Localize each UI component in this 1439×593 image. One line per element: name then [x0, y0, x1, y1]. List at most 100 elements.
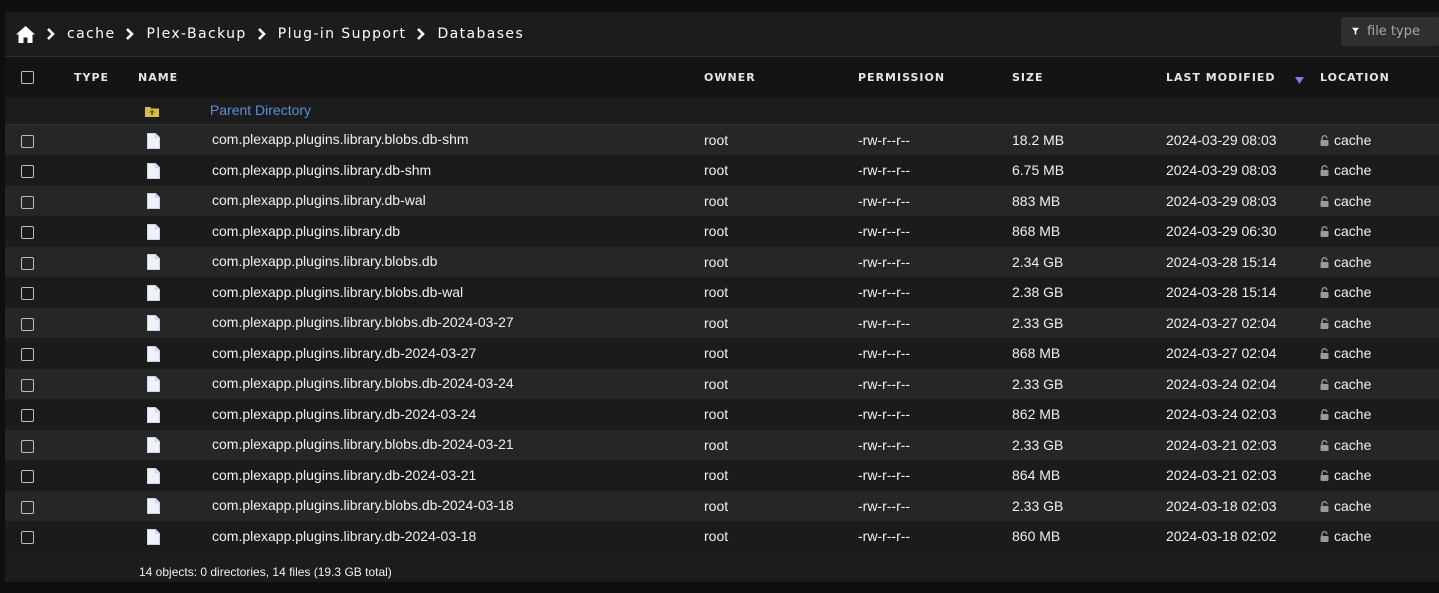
table-row[interactable]: com.plexapp.plugins.library.blobs.db-shm…	[5, 124, 1439, 155]
file-name[interactable]: com.plexapp.plugins.library.blobs.db-shm	[212, 131, 469, 147]
column-type[interactable]: TYPE	[74, 57, 138, 98]
row-checkbox[interactable]	[21, 226, 34, 240]
table-row[interactable]: com.plexapp.plugins.library.db-wal root -r…	[5, 185, 1439, 216]
file-name[interactable]: com.plexapp.plugins.library.db-2024-03-2…	[212, 406, 476, 422]
file-location[interactable]: cache	[1334, 162, 1371, 178]
row-checkbox[interactable]	[21, 439, 34, 453]
file-location[interactable]: cache	[1334, 498, 1371, 514]
file-type-filter[interactable]	[1341, 17, 1439, 46]
row-checkbox[interactable]	[21, 348, 34, 362]
file-owner: root	[704, 223, 729, 240]
table-row[interactable]: com.plexapp.plugins.library.blobs.db-wal…	[5, 277, 1439, 308]
file-owner: root	[704, 528, 729, 545]
file-location[interactable]: cache	[1334, 132, 1371, 148]
file-location[interactable]: cache	[1334, 437, 1371, 453]
row-checkbox[interactable]	[21, 134, 34, 148]
file-size: 2.33 GB	[1012, 375, 1064, 392]
table-row[interactable]: com.plexapp.plugins.library.db-2024-03-1…	[5, 521, 1439, 552]
table-row[interactable]: com.plexapp.plugins.library.db root -rw-r-…	[5, 216, 1439, 247]
row-checkbox[interactable]	[21, 317, 34, 331]
file-location[interactable]: cache	[1334, 345, 1371, 361]
table-row[interactable]: com.plexapp.plugins.library.blobs.db root…	[5, 246, 1439, 277]
table-row[interactable]: com.plexapp.plugins.library.db-2024-03-2…	[5, 399, 1439, 430]
file-permission: -rw-r--r--	[858, 284, 911, 301]
folder-up-icon	[145, 106, 159, 117]
file-size: 6.75 MB	[1012, 162, 1065, 179]
lock-icon	[1320, 317, 1329, 329]
file-name[interactable]: com.plexapp.plugins.library.blobs.db	[212, 253, 437, 269]
file-location[interactable]: cache	[1334, 376, 1371, 392]
breadcrumb-item[interactable]: Plug-in Support	[278, 26, 407, 42]
file-location[interactable]: cache	[1334, 467, 1371, 483]
table-row[interactable]: com.plexapp.plugins.library.blobs.db-202…	[5, 368, 1439, 399]
sort-desc-icon	[1295, 77, 1304, 84]
lock-icon	[1320, 531, 1329, 543]
lock-icon	[1320, 256, 1329, 268]
file-location[interactable]: cache	[1334, 528, 1371, 544]
column-last-modified[interactable]: LAST MODIFIED	[1166, 57, 1320, 98]
file-location[interactable]: cache	[1334, 315, 1371, 331]
file-name[interactable]: com.plexapp.plugins.library.blobs.db-202…	[212, 497, 514, 513]
file-name[interactable]: com.plexapp.plugins.library.db-wal	[212, 192, 426, 208]
row-checkbox[interactable]	[21, 287, 34, 301]
row-checkbox[interactable]	[21, 500, 34, 514]
table-row[interactable]: com.plexapp.plugins.library.blobs.db-202…	[5, 307, 1439, 339]
row-checkbox[interactable]	[21, 409, 34, 423]
table-header: TYPE NAME OWNER PERMISSION SIZE LAST MOD…	[5, 56, 1439, 98]
file-name[interactable]: com.plexapp.plugins.library.db-2024-03-2…	[212, 467, 476, 483]
chevron-right-icon	[47, 28, 55, 40]
file-size: 18.2 MB	[1012, 132, 1065, 148]
chevron-right-icon	[126, 28, 135, 40]
parent-directory-row[interactable]: Parent Directory	[5, 97, 1439, 125]
file-icon	[147, 467, 160, 484]
file-size: 860 MB	[1012, 528, 1061, 545]
row-checkbox[interactable]	[21, 256, 34, 270]
file-name[interactable]: com.plexapp.plugins.library.db-shm	[212, 162, 431, 178]
file-location[interactable]: cache	[1334, 284, 1371, 300]
column-permission[interactable]: PERMISSION	[858, 57, 1012, 98]
parent-directory-link[interactable]: Parent Directory	[210, 102, 311, 118]
file-location-cell: cache	[1320, 308, 1439, 339]
row-checkbox[interactable]	[21, 378, 34, 392]
file-size: 2.34 GB	[1012, 253, 1064, 270]
breadcrumb: cache Plex-Backup Plug-in Support Databases	[15, 22, 524, 46]
breadcrumb-item[interactable]: Databases	[437, 26, 524, 42]
file-modified: 2024-03-27 02:04	[1166, 345, 1277, 362]
column-owner[interactable]: OWNER	[704, 57, 858, 98]
row-checkbox[interactable]	[21, 531, 34, 545]
column-size[interactable]: SIZE	[1012, 57, 1166, 98]
row-checkbox[interactable]	[21, 165, 34, 179]
home-icon[interactable]	[15, 25, 36, 44]
file-modified: 2024-03-29 08:03	[1166, 192, 1277, 209]
file-name[interactable]: com.plexapp.plugins.library.blobs.db-202…	[212, 436, 514, 452]
lock-icon	[1320, 500, 1329, 512]
file-location[interactable]: cache	[1334, 406, 1371, 422]
column-location[interactable]: LOCATION	[1320, 57, 1439, 98]
file-name[interactable]: com.plexapp.plugins.library.db	[212, 223, 400, 239]
column-name[interactable]: NAME	[138, 57, 704, 98]
file-size: 2.38 GB	[1012, 284, 1064, 301]
file-name[interactable]: com.plexapp.plugins.library.db-2024-03-2…	[212, 345, 476, 361]
table-row[interactable]: com.plexapp.plugins.library.blobs.db-202…	[5, 490, 1439, 521]
file-location[interactable]: cache	[1334, 254, 1371, 270]
file-owner: root	[704, 467, 729, 484]
lock-icon	[1320, 195, 1329, 207]
row-checkbox[interactable]	[21, 195, 34, 209]
table-row[interactable]: com.plexapp.plugins.library.db-2024-03-2…	[5, 460, 1439, 491]
file-name[interactable]: com.plexapp.plugins.library.blobs.db-wal	[212, 284, 463, 300]
file-modified: 2024-03-28 15:14	[1166, 284, 1277, 301]
row-checkbox[interactable]	[21, 470, 34, 484]
file-name[interactable]: com.plexapp.plugins.library.blobs.db-202…	[212, 375, 514, 391]
file-location[interactable]: cache	[1334, 193, 1371, 209]
lock-icon	[1320, 226, 1329, 238]
file-name[interactable]: com.plexapp.plugins.library.blobs.db-202…	[212, 314, 514, 330]
select-all-checkbox[interactable]	[21, 71, 34, 84]
file-location[interactable]: cache	[1334, 223, 1371, 239]
breadcrumb-item[interactable]: Plex-Backup	[146, 26, 246, 42]
table-row[interactable]: com.plexapp.plugins.library.db-2024-03-2…	[5, 338, 1439, 369]
table-row[interactable]: com.plexapp.plugins.library.blobs.db-202…	[5, 429, 1439, 460]
breadcrumb-item[interactable]: cache	[67, 26, 115, 42]
table-row[interactable]: com.plexapp.plugins.library.db-shm root -r…	[5, 155, 1439, 186]
file-type-input[interactable]	[1367, 24, 1439, 39]
file-name[interactable]: com.plexapp.plugins.library.db-2024-03-1…	[212, 528, 476, 544]
